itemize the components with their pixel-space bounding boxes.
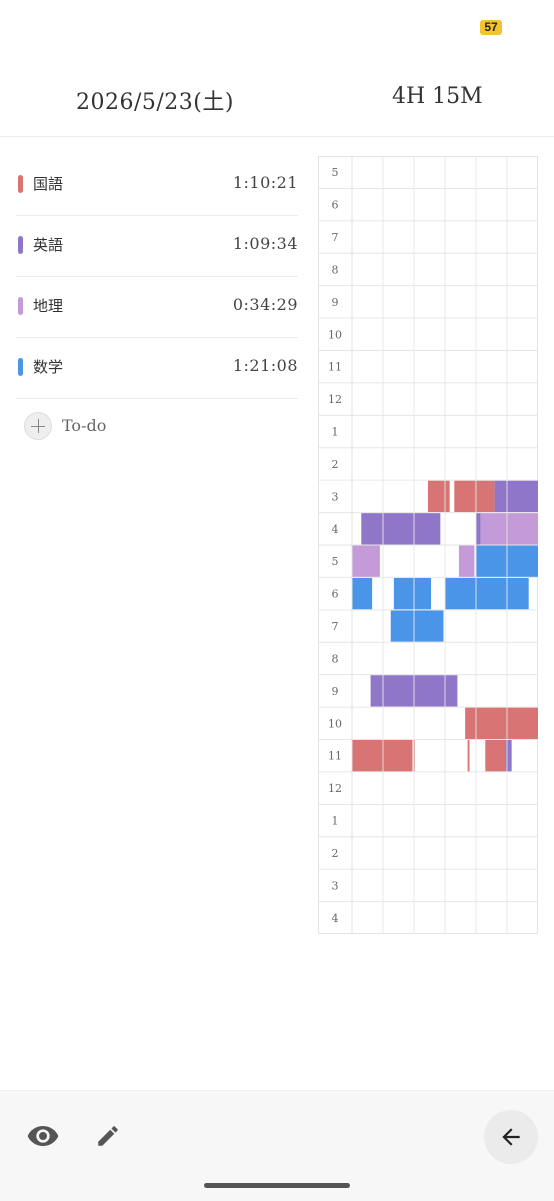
timeline-block <box>427 480 450 513</box>
subject-color-swatch <box>18 358 23 376</box>
timeline-grid: 567891011121234567891011121234 <box>318 156 538 934</box>
hour-label: 10 <box>328 717 342 730</box>
hour-label: 6 <box>332 199 339 212</box>
subject-time: 1:21:08 <box>232 356 298 375</box>
hour-label: 8 <box>332 263 339 276</box>
subject-time: 0:34:29 <box>232 295 298 314</box>
timeline-block <box>467 740 470 772</box>
date-title[interactable]: 2026/5/23(土) <box>76 84 234 116</box>
hour-label: 4 <box>332 912 339 925</box>
pencil-icon <box>98 1126 118 1146</box>
timeline-block <box>485 740 506 772</box>
hour-label: 12 <box>328 393 342 406</box>
bottom-toolbar <box>0 1090 554 1201</box>
subject-time: 1:10:21 <box>232 173 298 192</box>
subject-row-chiri[interactable]: 地理 0:34:29 <box>16 277 298 338</box>
hour-label: 2 <box>332 458 339 471</box>
timeline-block <box>494 480 538 513</box>
hour-label: 7 <box>332 620 339 633</box>
subject-color-swatch <box>18 236 23 254</box>
timeline-block <box>454 480 475 513</box>
hour-label: 5 <box>332 555 339 568</box>
home-indicator <box>204 1183 350 1188</box>
subject-time: 1:09:34 <box>232 234 298 253</box>
hour-label: 2 <box>332 847 339 860</box>
timeline-block <box>458 545 475 577</box>
timeline-block <box>393 577 432 610</box>
hour-label: 8 <box>332 652 339 665</box>
timeline-block <box>445 577 529 610</box>
plus-icon <box>24 412 52 440</box>
hour-label: 5 <box>332 166 339 179</box>
subject-row-kokugo[interactable]: 国語 1:10:21 <box>16 155 298 216</box>
hour-label: 1 <box>332 815 339 828</box>
hour-label: 1 <box>332 426 339 439</box>
view-button[interactable] <box>26 1119 60 1153</box>
hour-label: 7 <box>332 231 339 244</box>
timeline-block <box>361 513 441 545</box>
hour-label: 11 <box>328 361 342 374</box>
hour-label: 4 <box>332 523 339 536</box>
subject-name: 数学 <box>33 358 64 376</box>
subject-list: 国語 1:10:21 英語 1:09:34 地理 0:34:29 数学 1:21… <box>16 155 298 399</box>
study-timeline: 5 6 7 8 9 10 11 12 1 2 3 4 5 6 7 8 9 10 11 12 1 2 3 4 <box>318 156 538 934</box>
back-button[interactable] <box>484 1110 538 1164</box>
timeline-block <box>352 545 380 577</box>
edit-button[interactable] <box>92 1119 124 1153</box>
subject-row-eigo[interactable]: 英語 1:09:34 <box>16 216 298 277</box>
hour-label: 11 <box>328 750 342 763</box>
hour-label: 12 <box>328 782 342 795</box>
timeline-block <box>474 480 495 513</box>
arrow-left-icon <box>502 1128 520 1146</box>
hour-label: 3 <box>332 879 339 892</box>
hour-label: 9 <box>332 685 339 698</box>
subject-name: 国語 <box>33 175 64 193</box>
timeline-block <box>352 740 413 772</box>
hour-label: 3 <box>332 490 339 503</box>
todo-label: To-do <box>62 416 107 435</box>
header: 2026/5/23(土) 4H 15M <box>0 60 554 137</box>
timeline-block <box>390 610 444 642</box>
eye-icon <box>27 1126 59 1146</box>
timeline-block <box>480 513 538 545</box>
hour-label: 6 <box>332 588 339 601</box>
timeline-block <box>476 513 481 545</box>
subject-name: 地理 <box>33 297 64 315</box>
battery-indicator: 57 <box>480 20 502 35</box>
hour-label: 9 <box>332 296 339 309</box>
subject-color-swatch <box>18 175 23 193</box>
subject-color-swatch <box>18 297 23 315</box>
hour-label: 10 <box>328 328 342 341</box>
timeline-block <box>352 577 373 610</box>
subject-name: 英語 <box>33 236 64 254</box>
status-bar: 57 <box>0 0 554 60</box>
timeline-block <box>505 740 512 772</box>
total-study-time: 4H 15M <box>392 84 483 109</box>
subject-row-sugaku[interactable]: 数学 1:21:08 <box>16 338 298 399</box>
